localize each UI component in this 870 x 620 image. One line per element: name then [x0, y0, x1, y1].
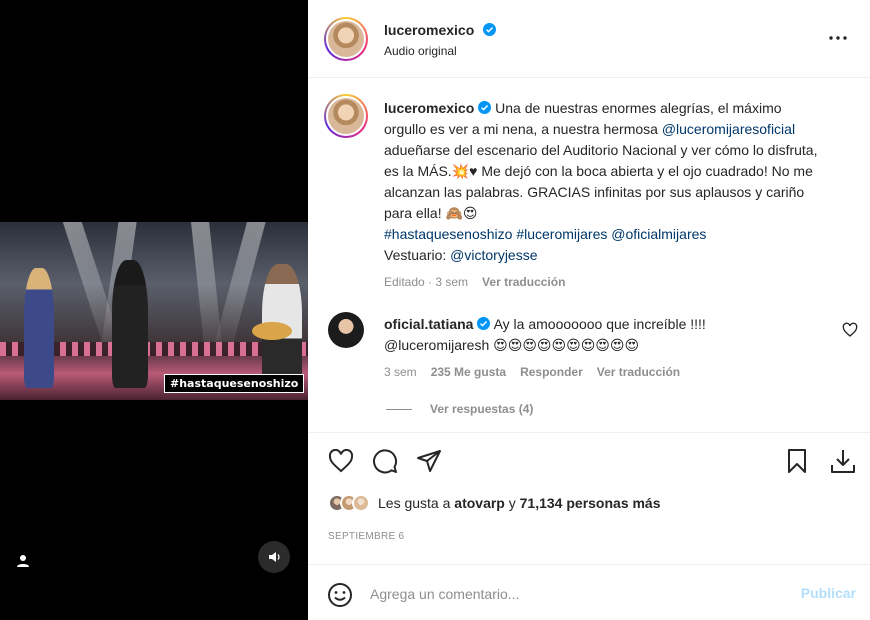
comment-emojis: 😍😍😍😍😍😍😍😍😍😍: [489, 337, 640, 353]
post-details-pane: luceromexico Audio original luceromexico…: [308, 0, 870, 620]
comment-button[interactable]: [370, 446, 400, 476]
see-translation-link[interactable]: Ver traducción: [597, 365, 680, 379]
likes-summary[interactable]: Les gusta a atovarp y 71,134 personas má…: [328, 494, 661, 512]
verified-badge-icon: [477, 317, 491, 330]
reply-button[interactable]: Responder: [520, 365, 583, 379]
guitar: [252, 322, 292, 340]
user-icon: [17, 555, 29, 567]
see-translation-link[interactable]: Ver traducción: [482, 275, 565, 289]
download-button[interactable]: [828, 446, 858, 476]
view-replies-label: Ver respuestas (4): [430, 402, 534, 416]
commenter-username[interactable]: oficial.tatiana: [384, 316, 473, 332]
post-date: SEPTIEMBRE 6: [328, 531, 405, 542]
comment-meta: 3 sem 235 Me gusta Responder Ver traducción: [384, 362, 824, 383]
share-button[interactable]: [414, 446, 444, 476]
mention-link[interactable]: @luceromijaresh: [384, 337, 489, 353]
likes-text: Les gusta a atovarp y 71,134 personas má…: [378, 495, 661, 511]
view-replies-button[interactable]: Ver respuestas (4): [386, 402, 533, 416]
liker-avatar: [352, 494, 370, 512]
caption-username[interactable]: luceromexico: [384, 100, 474, 116]
caption-text: adueñarse del escenario del Auditorio Na…: [384, 142, 818, 221]
hashtag-link[interactable]: #luceromijares: [516, 226, 607, 242]
download-icon: [831, 450, 855, 473]
comment-bubble-icon: [373, 449, 398, 474]
smiley-icon: [328, 583, 352, 607]
commenter-avatar[interactable]: [328, 312, 364, 348]
save-button[interactable]: [782, 446, 812, 476]
bookmark-icon: [788, 449, 806, 473]
comment-input[interactable]: [370, 582, 770, 606]
more-dots-icon: [829, 36, 847, 40]
media-pane[interactable]: #hastaquesenoshizo: [0, 0, 308, 620]
emoji-button[interactable]: [326, 581, 354, 609]
comment-like-heart-icon[interactable]: [842, 322, 858, 338]
wardrobe-label: Vestuario:: [384, 247, 451, 263]
paper-plane-icon: [417, 450, 441, 472]
add-comment-bar: Publicar: [308, 564, 870, 620]
comment-likes[interactable]: 235 Me gusta: [431, 365, 506, 379]
performer: [112, 260, 148, 388]
caption-meta: Editado · 3 sem Ver traducción: [384, 272, 824, 293]
header-username[interactable]: luceromexico: [384, 22, 474, 38]
publish-button[interactable]: Publicar: [801, 585, 856, 601]
verified-badge-icon: [478, 101, 492, 114]
avatar[interactable]: [324, 17, 368, 61]
like-button[interactable]: [326, 446, 356, 476]
tagged-users-button[interactable]: [12, 550, 34, 572]
liker-username[interactable]: atovarp: [454, 495, 505, 511]
likes-prefix: Les gusta a: [378, 495, 455, 511]
likes-count[interactable]: 71,134 personas más: [520, 495, 661, 511]
audio-link[interactable]: Audio original: [384, 44, 457, 58]
speaker-icon: [269, 552, 280, 562]
mute-button[interactable]: [258, 541, 290, 573]
edited-time: Editado · 3 sem: [384, 275, 469, 289]
mention-link[interactable]: @oficialmijares: [611, 226, 706, 242]
comment-text: Ay la amooooooo que increíble !!!!: [490, 316, 706, 332]
caption: luceromexico Una de nuestras enormes ale…: [384, 98, 824, 293]
comment-time: 3 sem: [384, 365, 417, 379]
replies-divider-line: [386, 408, 412, 410]
stage-light-beam: [211, 222, 268, 360]
performer: [24, 268, 54, 388]
heart-icon: [328, 449, 354, 473]
video-hashtag-overlay: #hastaquesenoshizo: [164, 374, 305, 393]
post-header: luceromexico Audio original: [308, 0, 870, 78]
mention-link[interactable]: @victoryjesse: [450, 247, 537, 263]
hashtag-link[interactable]: #hastaquesenoshizo: [384, 226, 512, 242]
verified-badge-icon: [482, 23, 496, 36]
more-options-button[interactable]: [826, 28, 850, 48]
divider: [308, 432, 870, 433]
mention-link[interactable]: @luceromijaresoficial: [662, 121, 795, 137]
likes-middle: y: [504, 495, 520, 511]
comment: oficial.tatiana Ay la amooooooo que incr…: [384, 314, 824, 383]
caption-avatar[interactable]: [324, 94, 368, 138]
